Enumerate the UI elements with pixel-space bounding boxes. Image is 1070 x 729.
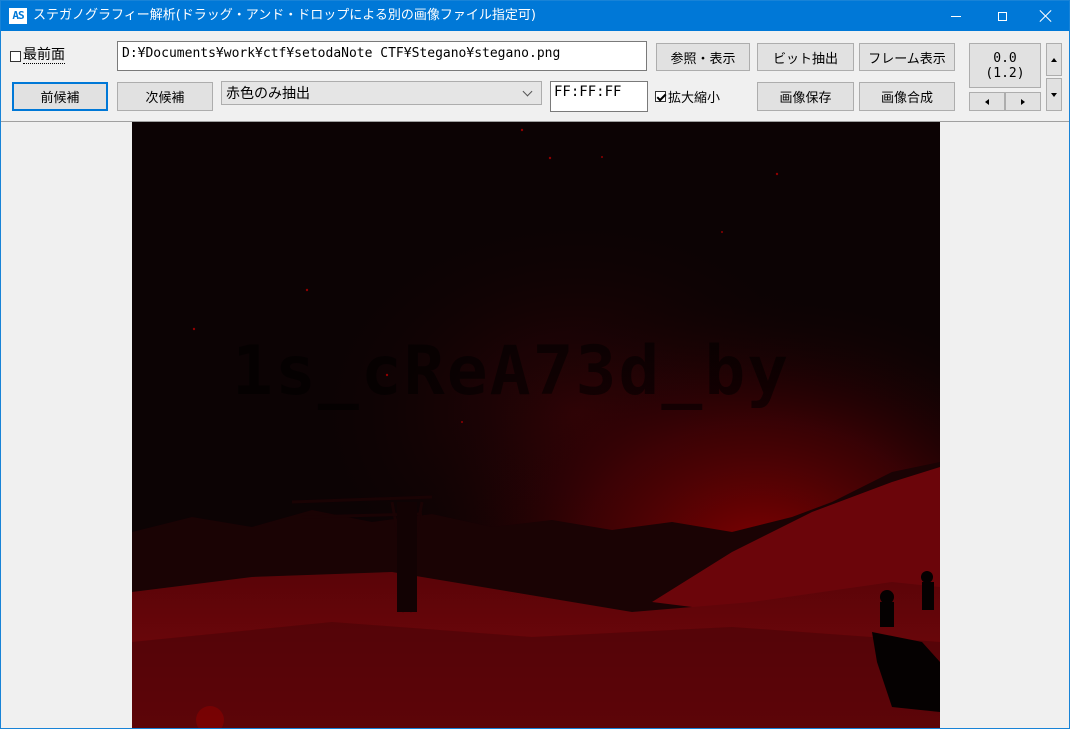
arrow-up-icon xyxy=(1051,57,1057,62)
color-mask-input[interactable]: FF:FF:FF xyxy=(550,81,648,112)
file-path-input[interactable]: D:¥Documents¥work¥ctf¥setodaNote CTF¥Ste… xyxy=(117,41,647,71)
night-ski-slope-image xyxy=(132,122,940,728)
arrow-down-icon xyxy=(1051,92,1057,97)
zoom-checkbox-label: 拡大縮小 xyxy=(668,90,721,106)
maximize-icon xyxy=(997,11,1007,21)
topmost-checkbox[interactable]: 最前面 xyxy=(10,41,108,71)
maximize-button[interactable] xyxy=(979,1,1025,31)
chevron-down-icon xyxy=(522,86,533,96)
extract-mode-select[interactable]: 赤色のみ抽出 xyxy=(221,81,542,105)
title-bar[interactable]: AS ステガノグラフィー解析(ドラッグ・アンド・ドロップによる別の画像ファイル指… xyxy=(1,1,1069,31)
app-window: AS ステガノグラフィー解析(ドラッグ・アンド・ドロップによる別の画像ファイル指… xyxy=(0,0,1070,729)
scroll-left-button[interactable] xyxy=(969,92,1005,111)
value-display-button[interactable]: 0.0 (1.2) xyxy=(969,43,1041,88)
save-image-button[interactable]: 画像保存 xyxy=(757,82,854,111)
hidden-watermark-text: 1s_cReA73d_by xyxy=(232,332,791,411)
toolbar: 最前面 D:¥Documents¥work¥ctf¥setodaNote CTF… xyxy=(1,31,1069,121)
scroll-right-button[interactable] xyxy=(1005,92,1041,111)
minimize-icon xyxy=(951,15,961,17)
zoom-checkbox-box[interactable] xyxy=(655,90,666,102)
window-title: ステガノグラフィー解析(ドラッグ・アンド・ドロップによる別の画像ファイル指定可) xyxy=(33,8,536,23)
close-icon xyxy=(1039,9,1053,23)
extracted-image: 1s_cReA73d_by xyxy=(132,122,940,728)
image-view-area: 1s_cReA73d_by xyxy=(1,121,1069,728)
arrow-left-icon xyxy=(985,98,989,105)
frame-view-button[interactable]: フレーム表示 xyxy=(859,43,955,71)
next-candidate-button[interactable]: 次候補 xyxy=(117,82,213,111)
value-line-2: (1.2) xyxy=(985,65,1025,81)
extract-mode-value: 赤色のみ抽出 xyxy=(226,86,310,102)
value-line-1: 0.0 xyxy=(993,50,1017,66)
arrow-right-icon xyxy=(1021,98,1025,105)
bit-extract-button[interactable]: ビット抽出 xyxy=(757,43,854,71)
spin-up-button[interactable] xyxy=(1046,43,1062,76)
browse-button[interactable]: 参照・表示 xyxy=(656,43,750,71)
prev-candidate-button[interactable]: 前候補 xyxy=(12,82,108,111)
minimize-button[interactable] xyxy=(933,1,979,31)
close-button[interactable] xyxy=(1023,1,1069,31)
topmost-checkbox-box[interactable] xyxy=(10,50,21,62)
compose-image-button[interactable]: 画像合成 xyxy=(859,82,955,111)
spin-down-button[interactable] xyxy=(1046,78,1062,111)
zoom-checkbox[interactable]: 拡大縮小 xyxy=(655,81,751,111)
topmost-checkbox-label: 最前面 xyxy=(23,47,65,64)
app-logo-icon: AS xyxy=(9,8,27,24)
